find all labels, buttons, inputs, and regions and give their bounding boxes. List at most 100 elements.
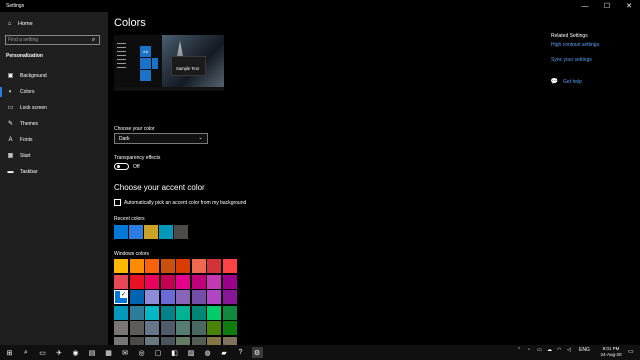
windows-color-swatch[interactable] bbox=[145, 259, 159, 273]
windows-color-swatch[interactable] bbox=[114, 274, 128, 289]
sidebar-item-colors[interactable]: ◐ Colors bbox=[0, 84, 108, 100]
sidebar-item-start[interactable]: ▦ Start bbox=[0, 148, 108, 164]
windows-color-swatch[interactable] bbox=[114, 259, 128, 273]
main-content: Colors Aa Sample Text Choose your color … bbox=[108, 12, 640, 351]
windows-color-swatch[interactable] bbox=[114, 321, 128, 335]
photos-icon[interactable]: ▨ bbox=[186, 347, 197, 358]
edge-icon[interactable]: ◍ bbox=[202, 347, 213, 358]
windows-color-swatch[interactable] bbox=[160, 259, 175, 273]
windows-color-swatch[interactable] bbox=[145, 290, 159, 304]
windows-color-swatch[interactable] bbox=[222, 259, 237, 273]
chevron-up-icon[interactable]: ⌃ bbox=[517, 347, 521, 353]
search-icon[interactable]: ⌕ bbox=[90, 36, 97, 43]
windows-color-swatch[interactable] bbox=[191, 290, 206, 304]
windows-color-swatch[interactable] bbox=[129, 305, 144, 320]
windows-color-swatch[interactable] bbox=[207, 274, 221, 289]
start-icon[interactable]: ⊞ bbox=[4, 347, 15, 358]
auto-accent-checkbox[interactable] bbox=[114, 199, 121, 206]
windows-color-swatch[interactable] bbox=[160, 274, 175, 289]
preview-sample-text: Sample Text bbox=[176, 66, 199, 71]
high-contrast-link[interactable]: High contrast settings bbox=[551, 42, 599, 48]
sidebar-item-themes[interactable]: ✎ Themes bbox=[0, 116, 108, 132]
transparency-toggle[interactable] bbox=[114, 163, 129, 170]
recent-color-swatch[interactable] bbox=[144, 225, 158, 239]
windows-color-swatch[interactable] bbox=[191, 259, 206, 273]
volume-icon[interactable]: ◁ bbox=[567, 347, 571, 353]
recent-color-swatch[interactable] bbox=[129, 225, 143, 239]
title-bar[interactable]: Settings — ☐ ✕ bbox=[0, 0, 640, 12]
checkmark-icon: ✓ bbox=[120, 291, 127, 298]
chrome-icon[interactable]: ◎ bbox=[136, 347, 147, 358]
windows-color-swatch[interactable] bbox=[222, 305, 237, 320]
search-input[interactable] bbox=[8, 36, 88, 44]
minimize-button[interactable]: — bbox=[574, 0, 596, 12]
windows-color-swatch[interactable] bbox=[145, 321, 159, 335]
windows-color-swatch[interactable] bbox=[207, 290, 221, 304]
page-title: Colors bbox=[114, 17, 146, 29]
notes-icon[interactable]: ▤ bbox=[87, 347, 98, 358]
windows-color-swatch[interactable] bbox=[207, 321, 221, 335]
network-icon[interactable]: ◔ bbox=[527, 347, 530, 353]
chat-icon[interactable]: ◧ bbox=[169, 347, 180, 358]
windows-color-swatch[interactable] bbox=[176, 259, 190, 273]
windows-color-swatch[interactable] bbox=[207, 259, 221, 273]
palette-icon: ◐ bbox=[8, 89, 13, 95]
windows-color-swatch[interactable] bbox=[207, 305, 221, 320]
explorer-icon[interactable]: ▰ bbox=[219, 347, 230, 358]
recent-color-swatch[interactable] bbox=[114, 225, 128, 239]
windows-color-swatch[interactable] bbox=[129, 321, 144, 335]
windows-color-swatch[interactable] bbox=[191, 305, 206, 320]
fonts-icon: A bbox=[8, 137, 13, 143]
preview-taskbar bbox=[114, 87, 224, 91]
whatsapp-icon[interactable]: ◉ bbox=[70, 347, 81, 358]
preview-window: Sample Text bbox=[171, 56, 206, 76]
search-icon[interactable]: ⌕ bbox=[21, 347, 32, 358]
search-box[interactable]: ⌕ bbox=[5, 35, 100, 45]
windows-color-swatch[interactable] bbox=[160, 305, 175, 320]
sidebar-item-fonts[interactable]: A Fonts bbox=[0, 132, 108, 148]
windows-color-swatch[interactable] bbox=[160, 290, 175, 304]
color-mode-dropdown[interactable]: Dark ⌄ bbox=[114, 133, 208, 144]
windows-color-swatch[interactable] bbox=[129, 290, 144, 304]
task-view-icon[interactable]: ▭ bbox=[37, 347, 48, 358]
settings-icon[interactable]: ⚙ bbox=[251, 347, 263, 358]
windows-color-swatch[interactable] bbox=[222, 274, 237, 289]
windows-color-swatch[interactable] bbox=[222, 321, 237, 335]
windows-color-swatch[interactable] bbox=[129, 274, 144, 289]
windows-color-swatch[interactable] bbox=[176, 305, 190, 320]
windows-color-swatch[interactable] bbox=[114, 305, 128, 320]
windows-color-swatch[interactable] bbox=[176, 321, 190, 335]
windows-color-swatch[interactable]: ✓ bbox=[114, 290, 128, 304]
language-indicator[interactable]: ENG bbox=[579, 347, 590, 353]
clock[interactable]: 9:01 PM 24-Aug-20 bbox=[596, 346, 626, 358]
windows-color-swatch[interactable] bbox=[129, 259, 144, 273]
windows-color-swatch[interactable] bbox=[191, 321, 206, 335]
windows-color-swatch[interactable] bbox=[160, 321, 175, 335]
battery-icon[interactable]: ▭ bbox=[537, 347, 542, 353]
cloud-icon[interactable]: ☁ bbox=[547, 347, 552, 353]
notification-icon[interactable]: ▭ bbox=[628, 348, 634, 355]
telegram-icon[interactable]: ✈ bbox=[54, 347, 65, 358]
windows-color-swatch[interactable] bbox=[176, 290, 190, 304]
home-link[interactable]: ⌂ Home bbox=[6, 20, 33, 27]
related-settings: Related Settings High contrast settings … bbox=[551, 33, 599, 72]
windows-color-swatch[interactable] bbox=[222, 290, 237, 304]
windows-color-swatch[interactable] bbox=[191, 274, 206, 289]
sync-settings-link[interactable]: Sync your settings bbox=[551, 57, 599, 63]
help-icon[interactable]: ? bbox=[235, 347, 246, 358]
windows-color-swatch[interactable] bbox=[145, 274, 159, 289]
spreadsheet-icon[interactable]: ▦ bbox=[103, 347, 114, 358]
sidebar-item-background[interactable]: ▣ Background bbox=[0, 68, 108, 84]
wifi-icon[interactable]: ◠ bbox=[557, 347, 561, 353]
sidebar-item-lock-screen[interactable]: ▭ Lock screen bbox=[0, 100, 108, 116]
windows-color-swatch[interactable] bbox=[145, 305, 159, 320]
recent-color-swatch[interactable] bbox=[159, 225, 173, 239]
sidebar-item-taskbar[interactable]: ▬ Taskbar bbox=[0, 164, 108, 180]
maximize-button[interactable]: ☐ bbox=[596, 0, 618, 12]
windows-color-swatch[interactable] bbox=[176, 274, 190, 289]
recent-color-swatch[interactable] bbox=[174, 225, 188, 239]
document-icon[interactable]: ▢ bbox=[153, 347, 164, 358]
get-help-link[interactable]: 💬 Get help bbox=[551, 78, 582, 85]
email-icon[interactable]: ✉ bbox=[120, 347, 131, 358]
close-button[interactable]: ✕ bbox=[618, 0, 640, 12]
